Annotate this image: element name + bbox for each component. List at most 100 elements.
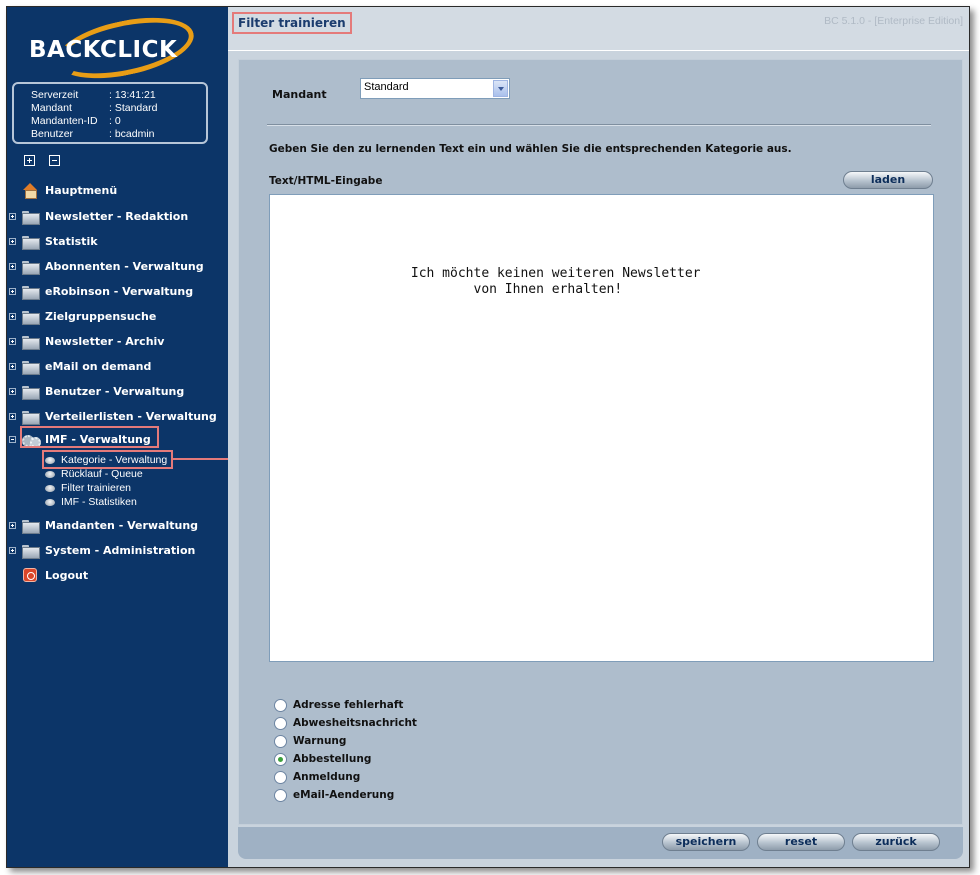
radio-label: Adresse fehlerhaft [293,699,404,711]
annotation-line-horizontal [173,458,231,460]
expand-icon[interactable] [9,237,16,245]
radio-button[interactable] [274,698,287,712]
folder-icon [22,410,40,425]
mandant-label: Mandant [272,88,327,101]
radio-abbestellung[interactable]: Abbestellung [274,751,371,767]
nav-label: Hauptmenü [45,183,118,197]
nav-label: Newsletter - Redaktion [45,209,189,223]
nav-item-system[interactable]: System - Administration [7,541,195,559]
nav-label: Logout [45,568,89,582]
nav-sublabel: IMF - Statistiken [61,496,137,508]
expand-icon[interactable] [9,212,16,220]
save-button[interactable]: speichern [662,833,750,851]
nav-item-zielgruppensuche[interactable]: Zielgruppensuche [7,307,156,325]
collapse-all-icon[interactable] [49,155,60,166]
home-icon [22,183,38,199]
disc-icon [45,498,55,506]
nav-item-statistik[interactable]: Statistik [7,232,98,250]
radio-label: eMail-Aenderung [293,789,395,801]
expand-icon[interactable] [9,412,16,420]
nav-item-abonnenten[interactable]: Abonnenten - Verwaltung [7,257,204,275]
chevron-down-icon[interactable] [493,80,508,97]
text-input-label: Text/HTML-Eingabe [269,175,383,187]
tree-tools [24,155,60,166]
radio-button[interactable] [274,716,287,730]
nav-subitem-filter[interactable]: Filter trainieren [45,481,131,495]
radio-adresse-fehlerhaft[interactable]: Adresse fehlerhaft [274,697,403,713]
radio-label: Abbestellung [293,753,372,765]
nav-label: Newsletter - Archiv [45,334,165,348]
disc-icon [45,484,55,492]
expand-icon[interactable] [9,287,16,295]
expand-icon[interactable] [9,262,16,270]
nav-label: Statistik [45,234,98,248]
folder-icon [22,310,40,325]
expand-icon[interactable] [9,362,16,370]
expand-all-icon[interactable] [24,155,35,166]
folder-icon [22,360,40,375]
nav-subitem-ruecklauf[interactable]: Rücklauf - Queue [45,467,143,481]
radio-label: Warnung [293,735,347,747]
radio-label: Anmeldung [293,771,361,783]
radio-button-checked[interactable] [274,752,287,766]
radio-button[interactable] [274,788,287,802]
nav-label: eMail on demand [45,359,152,373]
radio-anmeldung[interactable]: Anmeldung [274,769,360,785]
expand-icon[interactable] [9,521,16,529]
button-bar: speichern reset zurück [238,827,963,859]
info-key: Mandant [31,102,72,114]
reset-button[interactable]: reset [757,833,845,851]
info-value: : 0 [109,115,121,127]
nav-item-mandanten[interactable]: Mandanten - Verwaltung [7,516,198,534]
radio-button[interactable] [274,770,287,784]
mandant-select[interactable]: Standard [360,78,510,99]
folder-icon [22,285,40,300]
info-value: : Standard [109,102,158,114]
text-html-input[interactable]: Ich möchte keinen weiteren Newsletter vo… [269,194,934,662]
folder-icon [22,235,40,250]
collapse-icon[interactable] [9,435,16,443]
folder-icon [22,385,40,400]
folder-icon [22,519,40,534]
expand-icon[interactable] [9,546,16,554]
nav-label: Zielgruppensuche [45,309,157,323]
radio-warnung[interactable]: Warnung [274,733,346,749]
nav-item-logout[interactable]: Logout [7,566,88,584]
nav-item-benutzer[interactable]: Benutzer - Verwaltung [7,382,184,400]
title-bar: Filter trainieren BC 5.1.0 - [Enterprise… [228,7,969,51]
nav-sublabel: Filter trainieren [61,482,132,494]
info-value: : bcadmin [109,128,155,140]
nav-subitem-imf-statistiken[interactable]: IMF - Statistiken [45,495,137,509]
radio-button[interactable] [274,734,287,748]
folder-icon [22,260,40,275]
backclick-logo: BACKCLICK [17,7,217,89]
nav-label: eRobinson - Verwaltung [45,284,194,298]
radio-abwesheitsnachricht[interactable]: Abwesheitsnachricht [274,715,417,731]
folder-icon [22,544,40,559]
nav-item-home[interactable]: Hauptmenü [7,181,117,199]
expand-icon[interactable] [9,387,16,395]
info-key: Benutzer [31,128,74,140]
expand-icon[interactable] [9,312,16,320]
info-key: Serverzeit [31,89,79,101]
nav-item-email-on-demand[interactable]: eMail on demand [7,357,151,375]
load-button[interactable]: laden [843,171,933,189]
nav-item-erobinson[interactable]: eRobinson - Verwaltung [7,282,193,300]
expand-icon[interactable] [9,337,16,345]
sidebar: BACKCLICK Serverzeit: 13:41:21 Mandant: … [7,7,228,867]
nav-label: Abonnenten - Verwaltung [45,259,204,273]
radio-label: Abwesheitsnachricht [293,717,417,729]
radio-email-aenderung[interactable]: eMail-Aenderung [274,787,394,803]
info-key: Mandanten-ID [31,115,98,127]
back-button[interactable]: zurück [852,833,940,851]
session-info-box: Serverzeit: 13:41:21 Mandant: Standard M… [12,82,208,144]
imf-highlight-box [20,426,159,448]
nav-sublabel: Rücklauf - Queue [61,468,143,480]
nav-item-verteilerlisten[interactable]: Verteilerlisten - Verwaltung [7,407,217,425]
nav-label: Mandanten - Verwaltung [45,518,199,532]
nav-item-newsletter-redaktion[interactable]: Newsletter - Redaktion [7,207,188,225]
folder-icon [22,335,40,350]
nav-item-newsletter-archiv[interactable]: Newsletter - Archiv [7,332,164,350]
instruction-text: Geben Sie den zu lernenden Text ein und … [269,143,792,155]
content-area: Mandant Standard Geben Sie den zu lernen… [238,59,963,825]
